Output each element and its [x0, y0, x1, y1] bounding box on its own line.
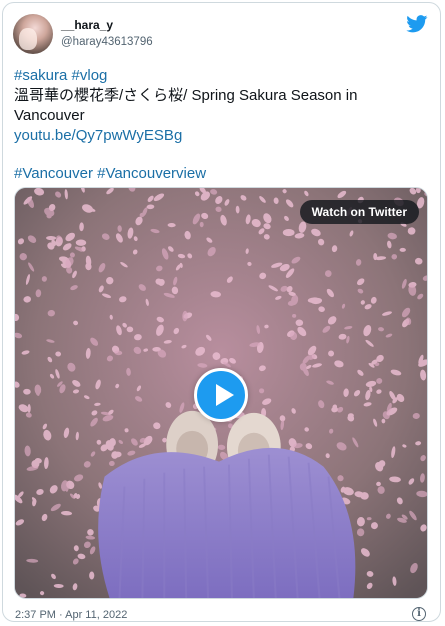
twitter-icon[interactable] [406, 15, 428, 33]
tweet-card: __hara_y @haray43613796 #sakura #vlog 溫哥… [2, 2, 441, 622]
hashtags-sakura-vlog[interactable]: #sakura #vlog [14, 66, 434, 86]
play-icon[interactable] [194, 368, 248, 422]
tweet-timestamp[interactable]: 2:37 PM · Apr 11, 2022 [15, 609, 127, 621]
watch-on-twitter-button[interactable]: Watch on Twitter [299, 200, 419, 224]
tweet-text-line: Vancouver [14, 107, 85, 124]
avatar[interactable] [13, 14, 53, 54]
info-icon[interactable]: i [412, 607, 426, 621]
user-handle[interactable]: @haray43613796 [61, 36, 153, 48]
youtube-link[interactable]: youtu.be/Qy7pwWyESBg [14, 126, 434, 146]
video-player[interactable]: Watch on Twitter [14, 187, 428, 599]
tweet-text: #sakura #vlog 溫哥華の櫻花季/さくら桜/ Spring Sakur… [14, 66, 434, 184]
display-name[interactable]: __hara_y [61, 18, 113, 32]
tweet-text-line: 溫哥華の櫻花季/さくら桜/ Spring Sakura Season in [14, 87, 358, 104]
hashtags-vancouver[interactable]: #Vancouver #Vancouverview [14, 164, 434, 184]
